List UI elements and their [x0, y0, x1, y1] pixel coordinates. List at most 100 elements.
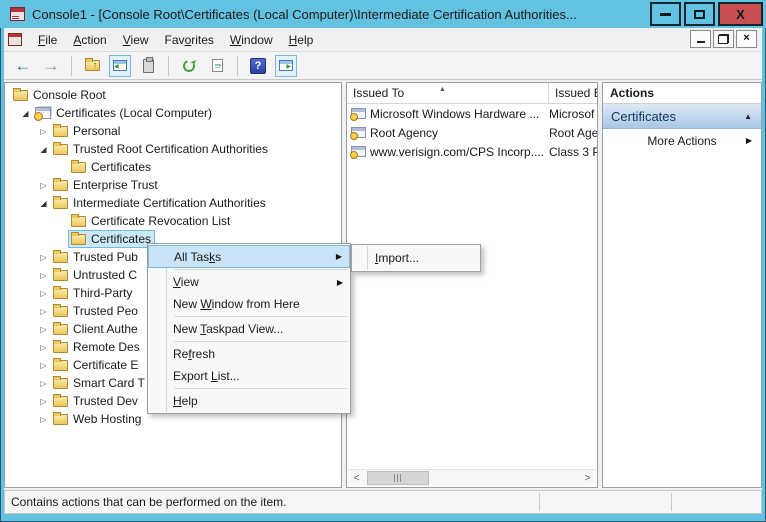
folder-icon [53, 342, 68, 353]
close-button[interactable]: X [718, 2, 763, 26]
menu-item-label: Help [173, 394, 198, 408]
list-row-verisign[interactable]: www.verisign.com/CPS Incorp.... Class 3 … [347, 142, 597, 161]
show-console-tree-button[interactable] [109, 55, 131, 77]
expander-icon[interactable]: ▷ [37, 415, 50, 424]
child-minimize-button[interactable] [690, 30, 711, 48]
refresh-button[interactable] [178, 55, 200, 77]
scroll-right-button[interactable]: > [579, 470, 596, 486]
more-actions-item[interactable]: More Actions ▶ [603, 129, 761, 152]
context-menu-item-new-taskpad-view[interactable]: New Taskpad View... [148, 318, 350, 340]
menu-help[interactable]: Help [281, 30, 322, 50]
expander-icon[interactable]: ▷ [37, 307, 50, 316]
actions-section-certificates[interactable]: Certificates ▲ [603, 104, 761, 129]
menu-separator [174, 341, 348, 342]
expander-icon[interactable]: ▷ [37, 271, 50, 280]
column-header-issued-to[interactable]: Issued To ▲ [347, 83, 549, 103]
tree-item-certificates-local-computer[interactable]: ◢ Certificates (Local Computer) [5, 104, 341, 122]
issued-to-value: Root Agency [370, 126, 438, 140]
tree-item-certificates[interactable]: Certificates [5, 158, 341, 176]
back-button[interactable]: ← [12, 55, 34, 77]
context-menu-item-export-list[interactable]: Export List... [148, 365, 350, 387]
context-menu-item-new-window-from-here[interactable]: New Window from Here [148, 293, 350, 315]
folder-icon [71, 216, 86, 227]
column-header-issued-by[interactable]: Issued By [549, 83, 597, 103]
list-row-root-agency[interactable]: Root Agency Root Age [347, 123, 597, 142]
help-button[interactable]: ? [247, 55, 269, 77]
maximize-button[interactable] [684, 2, 715, 26]
window-title: Console1 - [Console Root\Certificates (L… [32, 7, 577, 22]
folder-icon [53, 306, 68, 317]
child-close-button[interactable]: × [736, 30, 757, 48]
menu-item-label: New Taskpad View... [173, 322, 283, 336]
child-restore-button[interactable] [713, 30, 734, 48]
horizontal-scrollbar[interactable]: < > [348, 469, 596, 486]
title-bar[interactable]: Console1 - [Console Root\Certificates (L… [0, 0, 766, 28]
show-action-pane-button[interactable] [275, 55, 297, 77]
toolbar-separator [168, 56, 169, 76]
clipboard-button[interactable] [137, 55, 159, 77]
scroll-left-button[interactable]: < [348, 470, 365, 486]
issued-to-value: Microsoft Windows Hardware ... [370, 107, 539, 121]
menu-file[interactable]: File [30, 30, 65, 50]
actions-pane-title: Actions [603, 83, 761, 104]
folder-icon [13, 90, 28, 101]
list-row-microsoft-windows-hardware[interactable]: Microsoft Windows Hardware ... Microsof [347, 104, 597, 123]
up-one-level-button[interactable]: ↑ [81, 55, 103, 77]
tree-label: Certificate Revocation List [91, 214, 230, 228]
tree-label: Smart Card T [73, 376, 145, 390]
toolbar-separator [237, 56, 238, 76]
folder-icon [71, 162, 86, 173]
expander-icon[interactable]: ▷ [37, 343, 50, 352]
maximize-icon [694, 10, 705, 19]
menu-favorites[interactable]: Favorites [157, 30, 222, 50]
tree-label: Certificates [91, 160, 151, 174]
context-menu-item-refresh[interactable]: Refresh [148, 343, 350, 365]
tree-label: Personal [73, 124, 120, 138]
tree-item-personal[interactable]: ▷ Personal [5, 122, 341, 140]
folder-icon [53, 414, 68, 425]
tree-item-intermediate-certification-authorities[interactable]: ◢Intermediate Certification Authorities [5, 194, 341, 212]
folder-icon [53, 378, 68, 389]
forward-icon: → [43, 57, 60, 74]
expander-icon[interactable]: ◢ [37, 145, 50, 154]
menu-window[interactable]: Window [222, 30, 281, 50]
expander-icon[interactable]: ◢ [19, 109, 32, 118]
menu-item-label: New Window from Here [173, 297, 300, 311]
folder-up-icon: ↑ [85, 60, 100, 71]
tree-item-console-root[interactable]: Console Root [5, 86, 341, 104]
expander-icon[interactable]: ◢ [37, 199, 50, 208]
menu-view[interactable]: View [115, 30, 157, 50]
expander-icon[interactable]: ▷ [37, 127, 50, 136]
menu-item-label: Refresh [173, 347, 215, 361]
expander-icon[interactable]: ▷ [37, 325, 50, 334]
context-menu-item-view[interactable]: View ▶ [148, 271, 350, 293]
export-list-button[interactable]: → [206, 55, 228, 77]
export-list-icon: → [212, 59, 223, 72]
expander-icon[interactable]: ▷ [37, 397, 50, 406]
scrollbar-thumb[interactable] [367, 471, 429, 485]
expander-icon[interactable]: ▷ [37, 361, 50, 370]
tree-item-trusted-root-certification-authorities[interactable]: ◢Trusted Root Certification Authorities [5, 140, 341, 158]
tree-item-certificate-revocation-list[interactable]: Certificate Revocation List [5, 212, 341, 230]
list-header: Issued To ▲ Issued By [347, 83, 597, 104]
expander-icon[interactable]: ▷ [37, 379, 50, 388]
minimize-button[interactable] [650, 2, 681, 26]
context-menu-item-all-tasks[interactable]: All Tasks ▶ [148, 245, 350, 268]
expander-icon[interactable]: ▷ [37, 289, 50, 298]
status-bar: Contains actions that can be performed o… [4, 490, 762, 514]
clipboard-icon [143, 59, 154, 73]
submenu-item-import[interactable]: Import... [352, 247, 480, 269]
context-menu-item-help[interactable]: Help [148, 390, 350, 412]
tree-label: Enterprise Trust [73, 178, 158, 192]
forward-button[interactable]: → [40, 55, 62, 77]
menu-action[interactable]: Action [65, 30, 114, 50]
tree-label: Certificates (Local Computer) [56, 106, 212, 120]
status-divider [671, 493, 672, 511]
scrollbar-track[interactable] [365, 470, 579, 486]
expander-icon[interactable]: ▷ [37, 253, 50, 262]
collapse-section-icon[interactable]: ▲ [744, 112, 752, 121]
column-label: Issued By [555, 86, 597, 100]
expander-icon[interactable]: ▷ [37, 181, 50, 190]
toolbar: ← → ↑ → ? [4, 52, 762, 80]
tree-item-enterprise-trust[interactable]: ▷ Enterprise Trust [5, 176, 341, 194]
